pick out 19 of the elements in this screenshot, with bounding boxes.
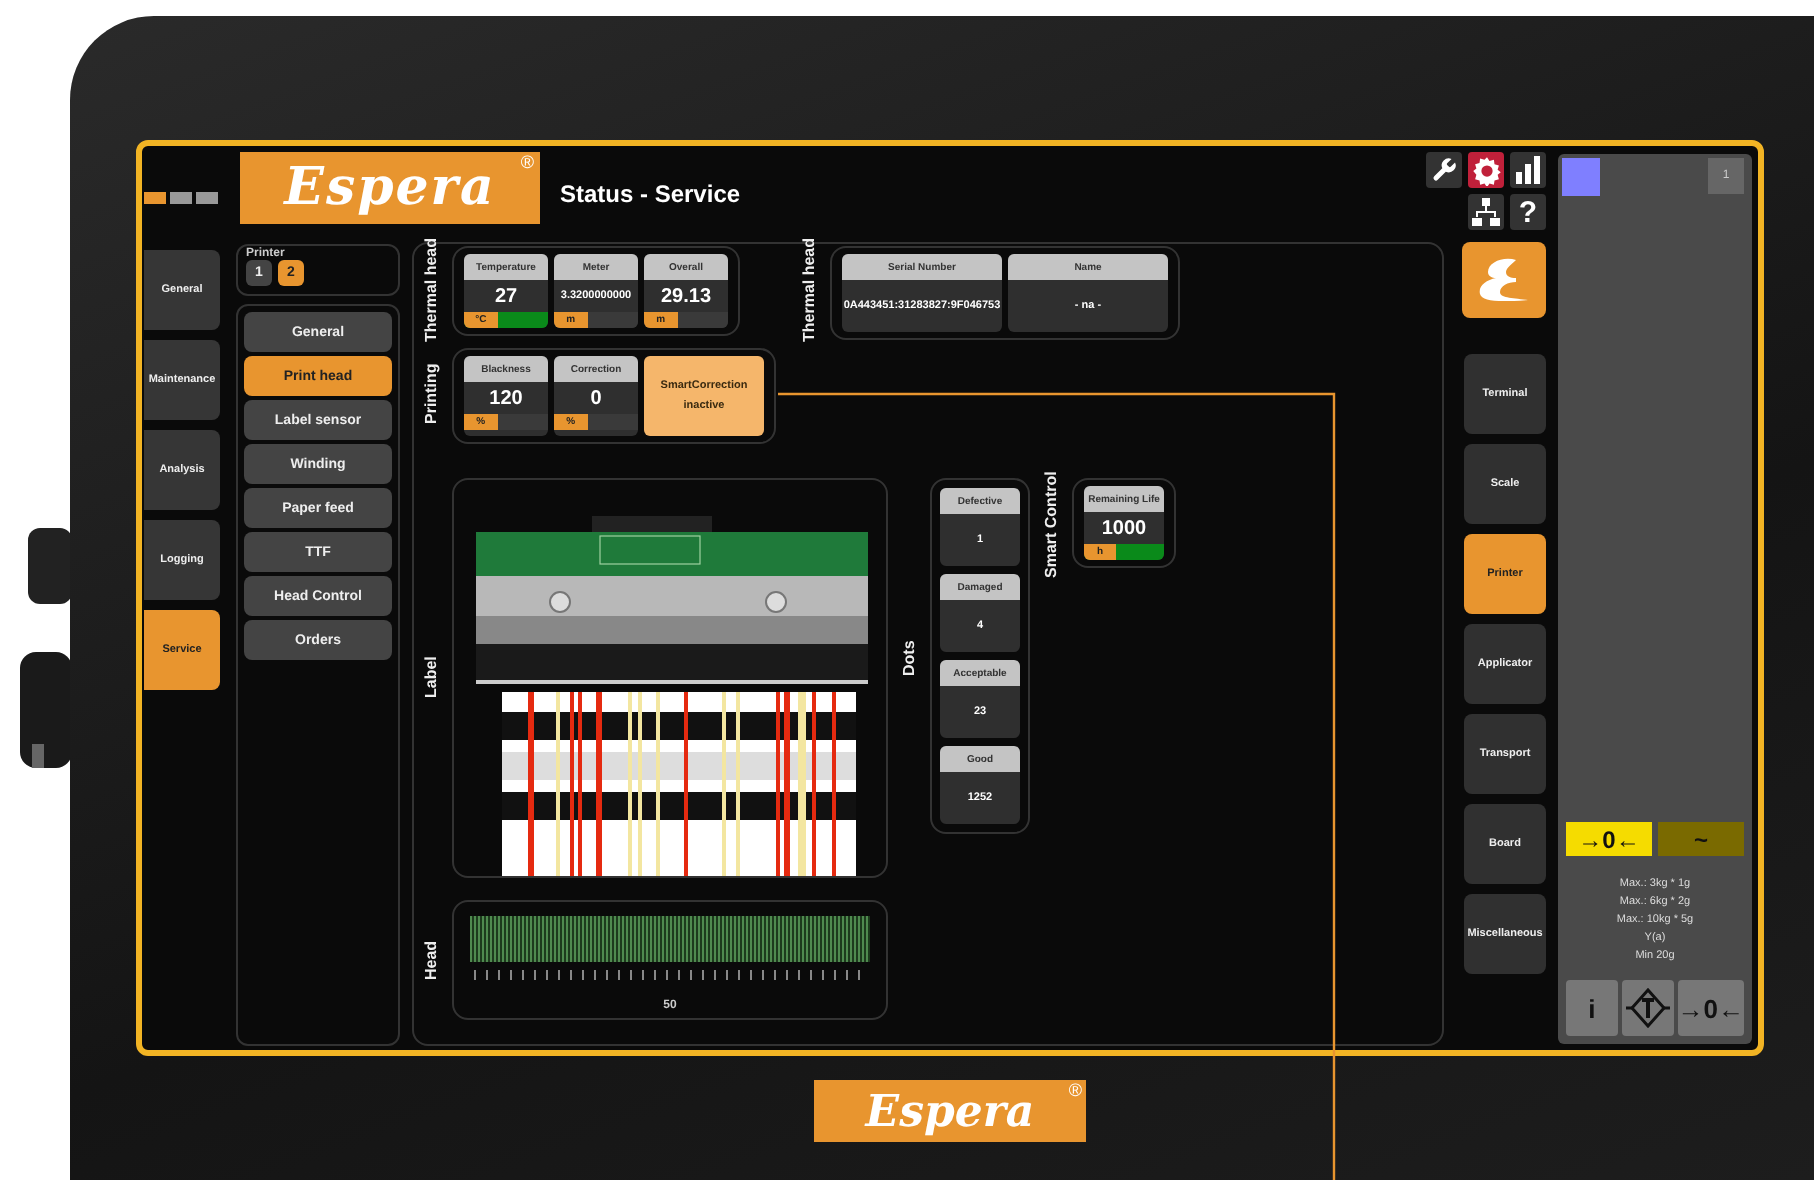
scale-indicator: ~ bbox=[1658, 822, 1744, 856]
device-logo: Espera ® bbox=[814, 1080, 1086, 1142]
settings-icon[interactable] bbox=[1468, 152, 1504, 188]
network-icon[interactable] bbox=[1468, 194, 1504, 230]
wrench-icon[interactable] bbox=[1426, 152, 1462, 188]
section-label: Head bbox=[422, 938, 440, 984]
scale-button[interactable]: i bbox=[1566, 980, 1618, 1036]
tare-icon bbox=[1625, 988, 1670, 1028]
tare-button[interactable] bbox=[1621, 980, 1674, 1036]
scale-indicator: →0← bbox=[1566, 822, 1652, 856]
status-square bbox=[1562, 158, 1600, 196]
page-title: Status - Service bbox=[560, 180, 741, 208]
bar-chart-icon[interactable] bbox=[1510, 152, 1546, 188]
scale-button[interactable]: →0← bbox=[1677, 980, 1745, 1036]
logo: Espera ® bbox=[240, 152, 540, 224]
help-button[interactable]: ? bbox=[1510, 194, 1546, 230]
section-label: Printing bbox=[422, 361, 440, 429]
section-label: Dots bbox=[900, 638, 918, 680]
section-label: Label bbox=[422, 655, 440, 703]
